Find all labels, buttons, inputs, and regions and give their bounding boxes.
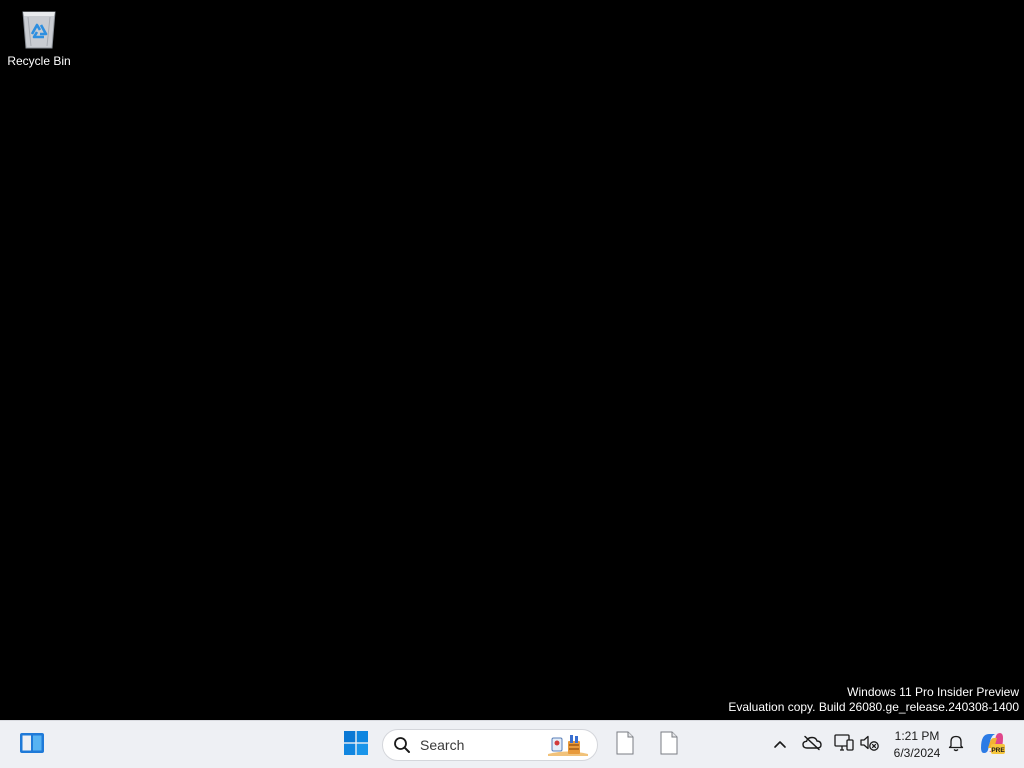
widgets-icon [19,732,45,759]
taskbar-clock[interactable]: 1:21 PM 6/3/2024 [884,728,950,762]
chevron-up-icon [773,736,787,754]
search-highlight-icon[interactable] [543,731,593,759]
start-button[interactable] [338,729,374,761]
watermark-line-1: Windows 11 Pro Insider Preview [847,685,1019,699]
onedrive-tray-button[interactable] [800,733,824,757]
copilot-button[interactable]: PRE [976,731,1008,759]
clock-time: 1:21 PM [894,729,940,743]
taskbar: Search 1:21 PM 6/3/2024 PRE [0,720,1024,768]
blank-file-icon [615,731,635,760]
notifications-button[interactable] [944,733,968,757]
volume-muted-icon [860,734,880,757]
search-placeholder: Search [420,737,465,753]
evaluation-watermark: Windows 11 Pro Insider Preview Evaluatio… [728,685,1019,715]
desktop: Recycle Bin Windows 11 Pro Insider Previ… [0,0,1024,720]
taskbar-pinned-file-1[interactable] [608,729,642,761]
search-icon [393,736,411,754]
watermark-line-2: Evaluation copy. Build 26080.ge_release.… [728,700,1019,714]
copilot-icon: PRE [978,730,1006,761]
taskbar-pinned-file-2[interactable] [652,729,686,761]
copilot-badge: PRE [991,746,1005,753]
windows-logo-icon [344,730,368,760]
clock-date: 6/3/2024 [893,746,941,760]
volume-tray-button[interactable] [858,733,882,757]
network-tray-button[interactable] [832,733,856,757]
desktop-icon-recycle-bin[interactable]: Recycle Bin [4,6,74,76]
blank-file-icon [659,731,679,760]
recycle-bin-icon [19,6,59,50]
widgets-button[interactable] [14,729,50,761]
recycle-bin-label: Recycle Bin [7,54,71,68]
taskbar-search-box[interactable]: Search [382,729,598,761]
onedrive-offline-icon [802,735,822,756]
bell-icon [948,734,964,757]
network-icon [834,733,854,757]
show-hidden-icons-button[interactable] [768,733,792,757]
